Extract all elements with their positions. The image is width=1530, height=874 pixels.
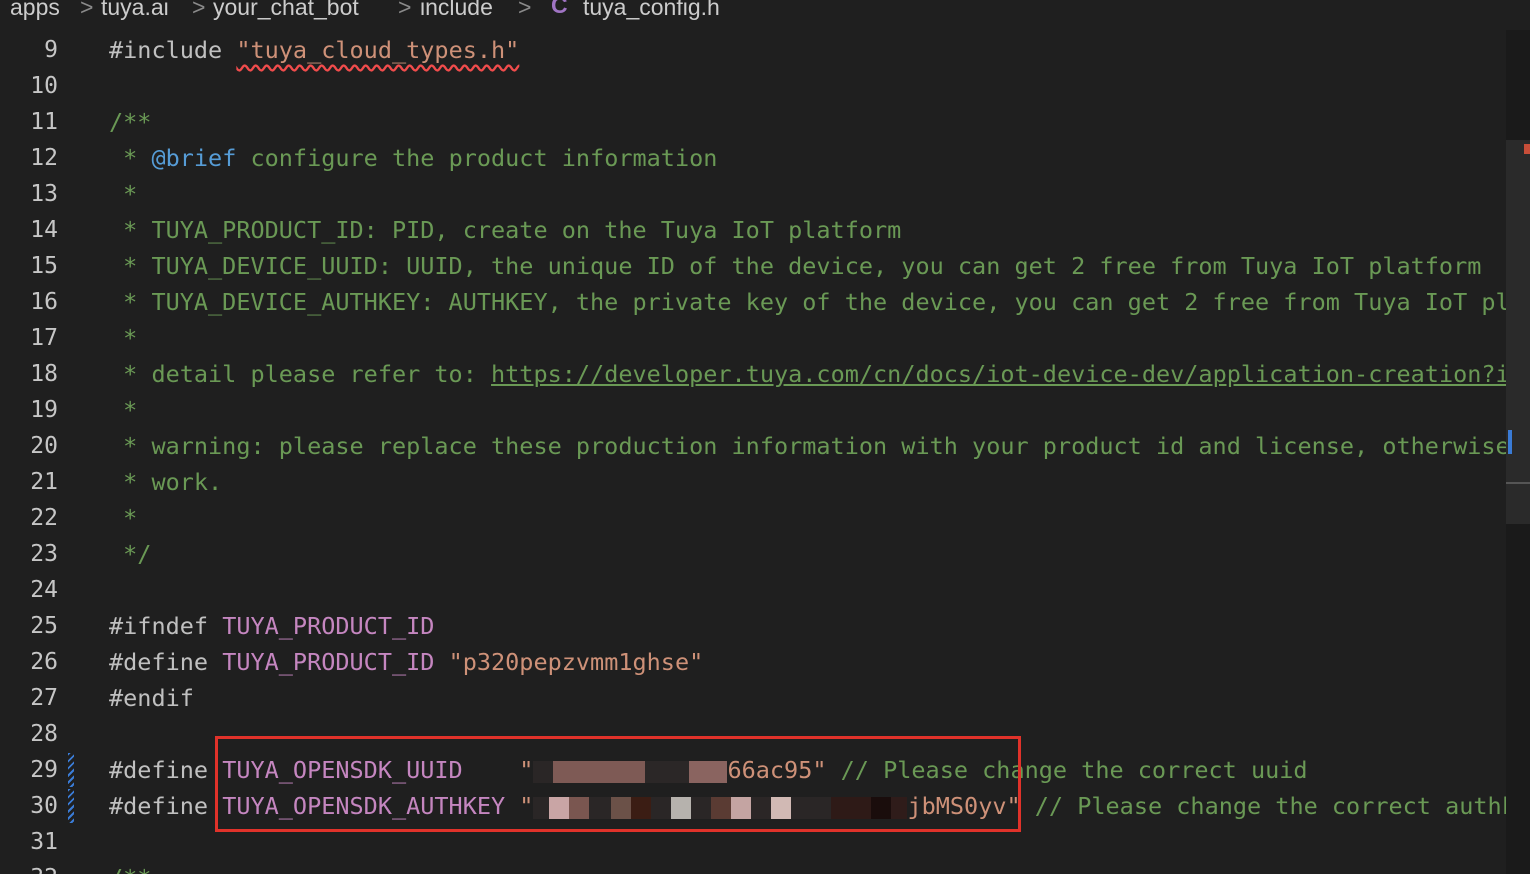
line-number: 9	[44, 37, 58, 63]
line-number: 26	[30, 649, 58, 675]
comment-text: /**	[109, 108, 152, 136]
breadcrumb: apps > tuya.ai > your_chat_bot > include…	[0, 0, 1530, 26]
comment-text: /**	[109, 860, 151, 874]
line-number: 19	[30, 397, 58, 423]
preprocessor-directive: #define	[109, 648, 223, 676]
line-number: 28	[30, 721, 58, 747]
breadcrumb-item-tuya-ai[interactable]: tuya.ai	[101, 0, 169, 19]
line-number: 17	[30, 325, 58, 351]
macro-name: TUYA_PRODUCT_ID	[222, 648, 435, 676]
code-line[interactable]: 27 #endif	[0, 680, 1506, 716]
breadcrumb-item-include[interactable]: include	[420, 0, 493, 19]
code-line[interactable]: 21 * work.	[0, 464, 1506, 500]
line-number: 24	[30, 577, 58, 603]
code-line[interactable]: 18 * detail please refer to: https://dev…	[0, 356, 1506, 392]
comment-text: * TUYA_DEVICE_AUTHKEY: AUTHKEY, the priv…	[109, 288, 1506, 316]
annotation-highlight-box	[215, 736, 1021, 832]
chevron-right-icon: >	[80, 0, 94, 20]
preprocessor-directive: #define	[109, 756, 223, 784]
line-number: 15	[30, 253, 58, 279]
line-number: 10	[30, 73, 58, 99]
preprocessor-directive: #define	[109, 792, 223, 820]
scrollbar-thumb[interactable]	[1506, 140, 1530, 524]
cursor-position-marker	[1506, 482, 1530, 484]
line-number: 18	[30, 361, 58, 387]
docs-link[interactable]: https://developer.tuya.com/cn/docs/iot-d…	[491, 360, 1506, 388]
comment-text: configure the product information	[236, 144, 718, 172]
chevron-right-icon: >	[518, 0, 532, 20]
comment-text: * warning: please replace these producti…	[109, 432, 1506, 460]
comment-text: // Please change the correct authke	[1020, 792, 1506, 820]
code-line[interactable]: 24	[0, 572, 1506, 608]
chevron-right-icon: >	[398, 0, 412, 20]
line-number: 23	[30, 541, 58, 567]
line-number: 14	[30, 217, 58, 243]
code-line[interactable]: 13 *	[0, 176, 1506, 212]
comment-text: * TUYA_DEVICE_UUID: UUID, the unique ID …	[109, 252, 1482, 280]
line-number: 25	[30, 613, 58, 639]
minimap-scrollbar[interactable]	[1506, 30, 1530, 874]
preprocessor-directive: #include	[109, 36, 237, 64]
comment-text: *	[109, 396, 138, 424]
line-number: 30	[30, 793, 58, 819]
code-line[interactable]: 25 #ifndef TUYA_PRODUCT_ID	[0, 608, 1506, 644]
code-line[interactable]: 19 *	[0, 392, 1506, 428]
breadcrumb-item-file[interactable]: tuya_config.h	[583, 0, 720, 19]
code-line[interactable]: 17 *	[0, 320, 1506, 356]
line-number: 21	[30, 469, 58, 495]
comment-text: */	[109, 540, 152, 568]
line-number: 12	[30, 145, 58, 171]
line-number: 32	[0, 860, 58, 874]
error-marker	[1524, 144, 1530, 154]
code-line[interactable]: 12 * @brief configure the product inform…	[0, 140, 1506, 176]
include-path-string: "tuya_cloud_types.h"	[236, 36, 520, 64]
code-line[interactable]: 20 * warning: please replace these produ…	[0, 428, 1506, 464]
chevron-right-icon: >	[192, 0, 206, 20]
comment-text: * work.	[109, 468, 223, 496]
modified-line-indicator	[68, 789, 74, 823]
code-line[interactable]: 32 /**	[0, 860, 1506, 874]
preprocessor-directive: #endif	[109, 684, 194, 712]
line-number: 11	[30, 109, 58, 135]
modified-line-indicator	[68, 753, 74, 787]
line-number: 13	[30, 181, 58, 207]
line-number: 22	[30, 505, 58, 531]
line-number: 31	[30, 829, 58, 855]
line-number: 20	[30, 433, 58, 459]
doc-tag: @brief	[151, 144, 237, 172]
code-line[interactable]: 11 /**	[0, 104, 1506, 140]
comment-text: *	[109, 504, 138, 532]
breadcrumb-item-apps[interactable]: apps	[10, 0, 60, 19]
product-id-string: "p320pepzvmm1ghse"	[434, 648, 704, 676]
comment-text: *	[109, 180, 138, 208]
macro-name: TUYA_PRODUCT_ID	[222, 612, 435, 640]
line-number: 16	[30, 289, 58, 315]
c-file-icon: C	[551, 0, 568, 18]
comment-text: *	[109, 144, 152, 172]
change-marker	[1508, 430, 1512, 454]
comment-text: * TUYA_PRODUCT_ID: PID, create on the Tu…	[109, 216, 902, 244]
code-line[interactable]: 15 * TUYA_DEVICE_UUID: UUID, the unique …	[0, 248, 1506, 284]
code-line[interactable]: 22 *	[0, 500, 1506, 536]
code-line[interactable]: 10	[0, 68, 1506, 104]
comment-text: *	[109, 324, 138, 352]
code-line[interactable]: 14 * TUYA_PRODUCT_ID: PID, create on the…	[0, 212, 1506, 248]
line-number: 27	[30, 685, 58, 711]
breadcrumb-item-your-chat-bot[interactable]: your_chat_bot	[213, 0, 359, 19]
code-line[interactable]: 16 * TUYA_DEVICE_AUTHKEY: AUTHKEY, the p…	[0, 284, 1506, 320]
code-line[interactable]: 26 #define TUYA_PRODUCT_ID "p320pepzvmm1…	[0, 644, 1506, 680]
line-number: 29	[30, 757, 58, 783]
code-line[interactable]: 23 */	[0, 536, 1506, 572]
code-line[interactable]: 9 #include "tuya_cloud_types.h"	[0, 32, 1506, 68]
preprocessor-directive: #ifndef	[109, 612, 223, 640]
comment-text: * detail please refer to:	[109, 360, 492, 388]
